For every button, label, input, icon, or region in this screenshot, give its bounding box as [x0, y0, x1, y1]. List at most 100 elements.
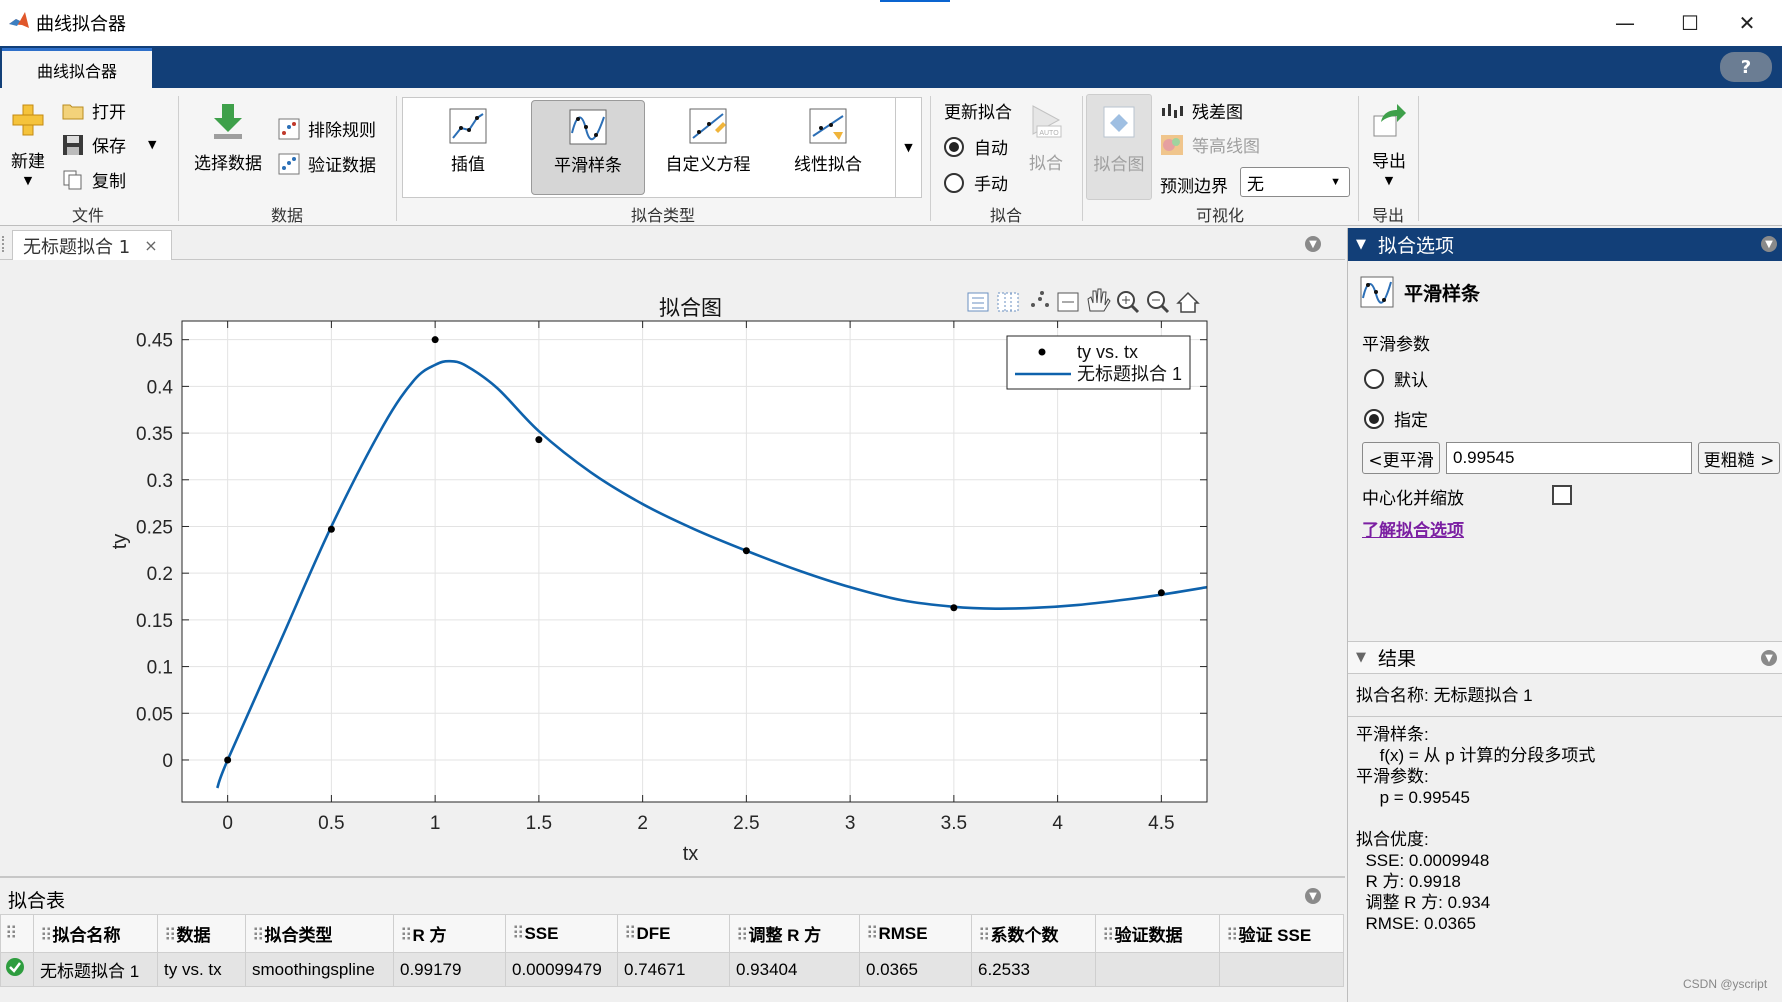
y-tick-label: 0.3: [147, 471, 173, 492]
fit-plot-button[interactable]: 拟合图: [1086, 94, 1152, 200]
legend-toggle-icon[interactable]: [967, 292, 989, 312]
fit-type-custom-equation[interactable]: 自定义方程: [651, 100, 765, 195]
data-point[interactable]: [224, 756, 232, 764]
prediction-bounds-select[interactable]: 无 ▼: [1240, 167, 1350, 197]
export-button[interactable]: 导出 ▼: [1366, 102, 1412, 187]
zoom-out-icon[interactable]: [1147, 291, 1170, 314]
copy-button[interactable]: 复制: [62, 167, 126, 192]
table-options-icon[interactable]: ▼: [1305, 888, 1321, 904]
column-grip-icon[interactable]: ⠿: [1102, 926, 1115, 945]
column-header[interactable]: ⠿ R 方: [393, 914, 506, 953]
radio-auto-selected[interactable]: [944, 136, 964, 157]
smoother-button[interactable]: <更平滑: [1362, 442, 1440, 474]
column-grip-icon[interactable]: ⠿: [866, 924, 879, 943]
exclusion-rules-label: 排除规则: [308, 121, 376, 141]
data-point[interactable]: [535, 436, 543, 444]
close-tab-icon[interactable]: ×: [144, 236, 157, 255]
column-header[interactable]: ⠿ 数据: [157, 914, 246, 953]
column-grip-icon[interactable]: ⠿: [624, 924, 637, 943]
column-grip-icon[interactable]: ⠿: [1226, 926, 1239, 945]
residual-plot-button[interactable]: 残差图: [1160, 98, 1243, 123]
results-fit-name: 拟合名称: 无标题拟合 1: [1356, 686, 1533, 705]
fit-type-label: 平滑样条: [554, 156, 622, 176]
radio-manual[interactable]: [944, 172, 964, 193]
column-header[interactable]: ⠿ SSE: [505, 914, 618, 953]
header-grip[interactable]: ⠿: [0, 914, 34, 953]
column-header[interactable]: ⠿ 系数个数: [971, 914, 1096, 953]
gallery-expand-icon[interactable]: ▼: [895, 98, 921, 197]
column-grip-icon[interactable]: ⠿: [164, 926, 177, 945]
data-cursor-icon[interactable]: [1031, 291, 1049, 307]
fit-plot-chart[interactable]: 0 0.5 1 1.5 2 2.5 3 3.5 4 4.5 0 0.05 0.1 0.15 0.2 0.25 0…: [0, 261, 1345, 876]
column-grip-icon[interactable]: ⠿: [736, 926, 749, 945]
column-header[interactable]: ⠿ DFE: [617, 914, 730, 953]
zoom-in-icon[interactable]: [1117, 291, 1140, 314]
center-scale-checkbox[interactable]: [1552, 485, 1572, 505]
default-param-radio[interactable]: 默认: [1364, 366, 1428, 391]
pan-hand-icon[interactable]: [1087, 288, 1111, 312]
rougher-button[interactable]: 更粗糙 >: [1698, 442, 1780, 474]
column-header[interactable]: ⠿ 验证 SSE: [1219, 914, 1344, 953]
contour-plot-button[interactable]: 等高线图: [1160, 132, 1260, 157]
radio-specify-selected[interactable]: [1364, 408, 1384, 429]
ribbon-divider: [1418, 96, 1419, 221]
fit-type-interpolant[interactable]: 插值: [411, 100, 525, 195]
data-point[interactable]: [950, 604, 958, 612]
exclusion-rules-button[interactable]: 排除规则: [278, 116, 376, 141]
result-line: p = 0.99545: [1356, 788, 1470, 807]
smoothing-param-input[interactable]: 0.99545: [1446, 442, 1692, 474]
collapse-triangle-icon[interactable]: ▼: [1356, 650, 1366, 665]
save-button[interactable]: 保存 ▼: [62, 132, 156, 157]
data-point[interactable]: [1157, 589, 1165, 597]
results-header[interactable]: ▼ 结果 ▼: [1348, 641, 1782, 674]
column-grip-icon[interactable]: ⠿: [400, 926, 413, 945]
tab-curve-fitter[interactable]: 曲线拟合器: [2, 48, 152, 88]
new-button[interactable]: 新建 ▼: [6, 102, 50, 187]
column-header[interactable]: ⠿ 拟合类型: [245, 914, 394, 953]
toolstrip-tabs: 曲线拟合器 ?: [0, 46, 1782, 88]
collapse-triangle-icon[interactable]: ▼: [1356, 237, 1366, 252]
fit-options-header[interactable]: ▼ 拟合选项 ▼: [1348, 228, 1782, 261]
column-header[interactable]: ⠿ 拟合名称: [33, 914, 158, 953]
home-icon[interactable]: [1176, 291, 1200, 313]
grid-toggle-icon[interactable]: [997, 292, 1019, 312]
auto-fit-radio[interactable]: 自动: [944, 134, 1008, 159]
fit-type-smoothing-spline[interactable]: 平滑样条: [531, 100, 645, 195]
column-grip-icon[interactable]: ⠿: [512, 924, 525, 943]
fit-type-linear[interactable]: 线性拟合: [771, 100, 885, 195]
doc-options-icon[interactable]: ▼: [1305, 236, 1321, 252]
column-grip-icon[interactable]: ⠿: [40, 926, 53, 945]
column-header[interactable]: ⠿ 调整 R 方: [729, 914, 860, 953]
minimize-button[interactable]: —: [1590, 0, 1660, 46]
data-point[interactable]: [742, 547, 750, 555]
interpolant-icon: [449, 108, 487, 144]
tab-untitled-fit[interactable]: 无标题拟合 1 ×: [12, 230, 172, 260]
select-data-button[interactable]: 选择数据: [188, 102, 268, 174]
validation-data-button[interactable]: 验证数据: [278, 151, 376, 176]
legend[interactable]: ty vs. tx无标题拟合 1: [1006, 335, 1191, 390]
column-grip-icon[interactable]: ⠿: [978, 926, 991, 945]
close-window-button[interactable]: ✕: [1712, 0, 1782, 46]
column-header[interactable]: ⠿ RMSE: [859, 914, 972, 953]
radio-default[interactable]: [1364, 368, 1384, 389]
column-grip-icon[interactable]: ⠿: [252, 926, 265, 945]
panel-menu-icon[interactable]: ▼: [1761, 236, 1777, 252]
save-dropdown-icon[interactable]: ▼: [148, 138, 156, 151]
x-tick-label: 4: [1052, 813, 1063, 834]
exclude-outliers-icon[interactable]: [1057, 292, 1079, 312]
data-point[interactable]: [327, 525, 335, 533]
fit-button[interactable]: AUTO 拟合: [1024, 102, 1068, 174]
specify-param-radio[interactable]: 指定: [1364, 406, 1428, 431]
table-row[interactable]: 无标题拟合 1 ty vs. tx smoothingspline 0.99179 0.…: [0, 952, 1344, 987]
column-header[interactable]: ⠿ 验证数据: [1095, 914, 1220, 953]
manual-fit-radio[interactable]: 手动: [944, 170, 1008, 195]
x-tick-label: 4.5: [1148, 813, 1174, 834]
panel-menu-icon[interactable]: ▼: [1761, 650, 1777, 666]
export-label: 导出: [1372, 152, 1406, 172]
learn-fit-options-link[interactable]: 了解拟合选项: [1362, 516, 1464, 541]
save-disk-icon: [63, 134, 83, 155]
help-button[interactable]: ?: [1720, 52, 1772, 82]
data-point[interactable]: [431, 336, 439, 344]
drag-handle-icon[interactable]: [2, 236, 8, 252]
open-button[interactable]: 打开: [62, 98, 126, 123]
